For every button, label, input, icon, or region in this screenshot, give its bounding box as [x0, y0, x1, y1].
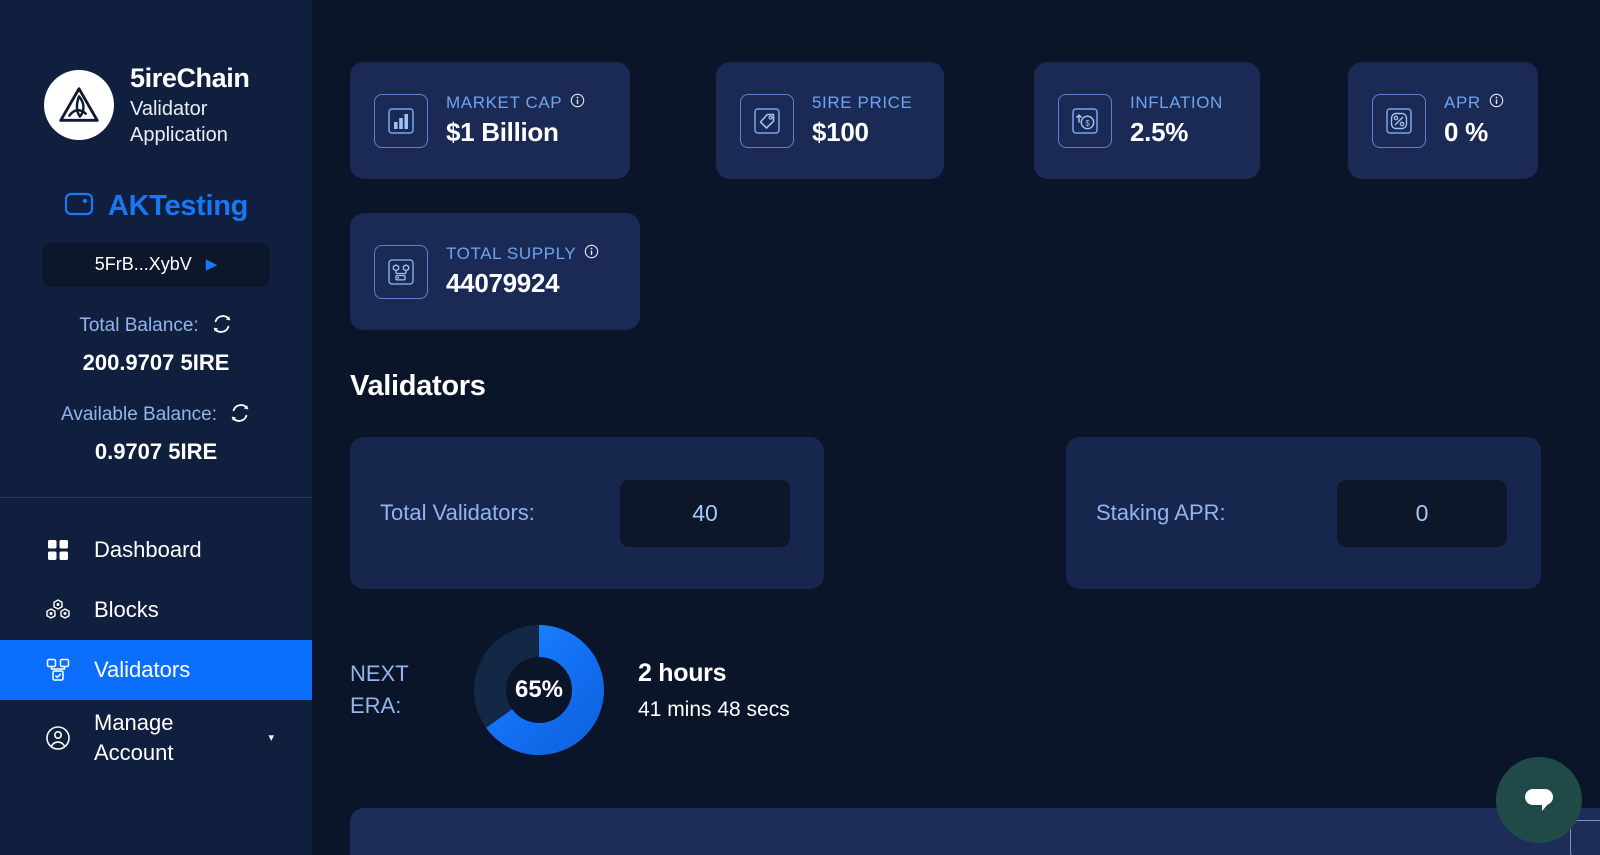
stat-label-row: APR — [1444, 93, 1504, 113]
stat-label: MARKET CAP — [446, 93, 563, 112]
stat-card-market-cap[interactable]: MARKET CAP $1 Billion — [350, 62, 630, 179]
manage-account-line2: Account — [94, 739, 174, 765]
sidebar-divider — [0, 496, 312, 498]
5ire-triangle-logo-icon — [44, 69, 114, 140]
stat-value: 0 % — [1444, 117, 1488, 147]
chat-bubble-icon — [1525, 789, 1553, 811]
staking-apr-label: Staking APR: — [1096, 500, 1226, 526]
bar-chart-icon — [374, 93, 428, 148]
sidebar-item-label: Blocks — [94, 596, 159, 622]
chat-widget-button[interactable] — [1496, 757, 1582, 843]
stat-text: MARKET CAP $1 Billion — [446, 93, 585, 148]
page-title: Validators — [350, 370, 486, 402]
stat-text: APR 0 % — [1444, 93, 1504, 148]
total-validators-label: Total Validators: — [380, 500, 535, 526]
refresh-icon[interactable] — [211, 313, 233, 340]
stat-label: INFLATION — [1130, 93, 1223, 112]
stat-card-inflation[interactable]: $ INFLATION 2.5% — [1034, 62, 1260, 179]
price-tag-icon — [740, 93, 794, 148]
sidebar-item-label: Validators — [94, 656, 191, 682]
user-circle-icon — [44, 724, 72, 752]
sidebar-item-manage-account[interactable]: Manage Account ▾ — [0, 700, 312, 776]
brand-subtitle-line2: Application — [130, 123, 228, 146]
svg-text:$: $ — [1085, 119, 1090, 128]
stat-value: $100 — [812, 117, 869, 147]
chevron-right-icon: ▶ — [205, 256, 218, 274]
total-validators-panel: Total Validators: 40 — [350, 437, 824, 589]
brand-header: 5ireChain Validator Application — [0, 0, 312, 148]
staking-apr-value: 0 — [1337, 479, 1507, 547]
stat-text: TOTAL SUPPLY 44079924 — [446, 244, 599, 299]
total-balance-label: Total Balance: — [79, 315, 199, 337]
stat-value: $1 Billion — [446, 117, 559, 147]
staking-apr-panel: Staking APR: 0 — [1066, 437, 1541, 589]
stat-label: APR — [1444, 93, 1481, 112]
stat-value: 44079924 — [446, 268, 560, 298]
stat-text: 5IRE PRICE $100 — [812, 93, 912, 148]
sidebar-item-blocks[interactable]: Blocks — [0, 580, 312, 640]
validators-icon — [44, 656, 72, 684]
total-balance-value: 200.9707 5IRE — [82, 349, 230, 375]
search-input[interactable] — [1570, 820, 1600, 855]
brand-subtitle-line1: Validator — [130, 97, 208, 120]
total-balance-label-row: Total Balance: — [0, 313, 312, 340]
stat-label-row: INFLATION — [1130, 93, 1223, 113]
stat-label-row: TOTAL SUPPLY — [446, 244, 599, 264]
info-icon[interactable] — [584, 244, 599, 264]
stats-row-1: MARKET CAP $1 Billion 5IRE PRICE $100 $ … — [312, 0, 1600, 179]
wallet-address-selector[interactable]: 5FrB...XybV ▶ — [42, 242, 270, 287]
app-root: 5ireChain Validator Application AKTestin… — [0, 0, 1600, 855]
available-balance-label: Available Balance: — [61, 404, 217, 426]
grid-icon — [44, 536, 72, 564]
manage-account-line1: Manage — [94, 710, 174, 736]
available-balance-label-row: Available Balance: — [0, 402, 312, 429]
wallet-header[interactable]: AKTesting — [0, 190, 312, 223]
inflation-icon: $ — [1058, 93, 1112, 148]
available-balance-value: 0.9707 5IRE — [94, 438, 218, 464]
sidebar: 5ireChain Validator Application AKTestin… — [0, 0, 312, 855]
supply-network-icon — [374, 244, 428, 299]
next-era-row: NEXT ERA: 65% 2 hours 41 mins 48 secs — [312, 589, 1600, 755]
sidebar-item-label: Manage Account — [94, 708, 174, 767]
stat-value: 2.5% — [1130, 117, 1189, 147]
stats-row-2: TOTAL SUPPLY 44079924 — [312, 179, 1600, 330]
total-validators-value: 40 — [620, 479, 790, 547]
blocks-icon — [44, 596, 72, 624]
next-era-percent-label: 65% — [514, 676, 564, 703]
wallet-name: AKTesting — [107, 189, 249, 222]
info-icon[interactable] — [1489, 93, 1504, 113]
sidebar-item-dashboard[interactable]: Dashboard — [0, 520, 312, 580]
brand-name: 5ireChain — [130, 63, 250, 93]
percent-icon — [1372, 93, 1426, 148]
refresh-icon[interactable] — [229, 402, 251, 429]
brand-text: 5ireChain Validator Application — [130, 62, 250, 148]
stat-label-row: MARKET CAP — [446, 93, 585, 113]
stat-label: TOTAL SUPPLY — [446, 244, 577, 263]
stat-card-total-supply[interactable]: TOTAL SUPPLY 44079924 — [350, 213, 640, 330]
wallet-address: 5FrB...XybV — [94, 254, 192, 275]
bottom-panel — [350, 808, 1600, 855]
sidebar-item-validators[interactable]: Validators — [0, 639, 312, 700]
chevron-down-icon[interactable]: ▾ — [268, 731, 274, 744]
sidebar-item-label: Dashboard — [94, 536, 202, 562]
next-era-minutes-seconds: 41 mins 48 secs — [638, 697, 790, 721]
wallet-icon — [64, 190, 94, 223]
stat-label-row: 5IRE PRICE — [812, 93, 912, 113]
stat-label: 5IRE PRICE — [812, 93, 913, 112]
stat-text: INFLATION 2.5% — [1130, 93, 1223, 148]
stat-card-5ire-price[interactable]: 5IRE PRICE $100 — [716, 62, 944, 179]
stat-card-apr[interactable]: APR 0 % — [1348, 62, 1538, 179]
main-content: MARKET CAP $1 Billion 5IRE PRICE $100 $ … — [312, 0, 1600, 855]
next-era-label: NEXT ERA: — [350, 661, 409, 718]
next-era-time: 2 hours 41 mins 48 secs — [638, 659, 790, 722]
info-icon[interactable] — [570, 93, 585, 113]
sidebar-nav: Dashboard Blocks Validators Manage Accou… — [0, 520, 312, 776]
next-era-hours: 2 hours — [638, 658, 727, 687]
next-era-progress-donut: 65% — [474, 625, 604, 755]
validator-panels: Total Validators: 40 Staking APR: 0 — [312, 403, 1600, 589]
